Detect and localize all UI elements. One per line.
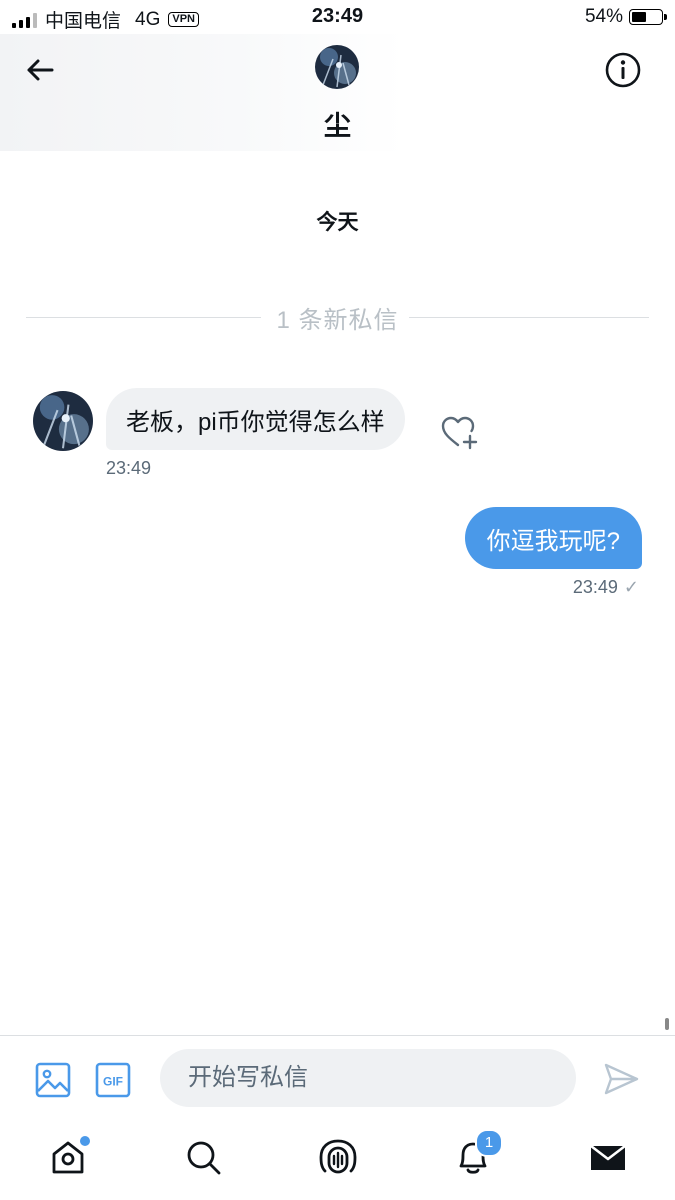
like-message-button[interactable] (439, 412, 481, 452)
heart-plus-icon (441, 416, 478, 450)
sender-avatar[interactable] (33, 391, 93, 451)
gif-label: GIF (103, 1075, 123, 1089)
outgoing-message-time: 23:49 (572, 577, 618, 597)
new-messages-divider: 1 条新私信 (26, 300, 649, 334)
info-circle-icon (605, 52, 641, 88)
incoming-message-bubble[interactable]: 老板，pi币你觉得怎么样 (106, 388, 405, 450)
conversation-header: 尘 (0, 34, 675, 151)
message-composer: GIF (0, 1035, 675, 1124)
notifications-count-badge: 1 (475, 1129, 503, 1157)
scrollbar[interactable] (665, 1018, 669, 1030)
outgoing-message-meta: 23:49 ✓ (573, 577, 639, 598)
send-button[interactable] (602, 1060, 640, 1098)
status-bar: 中国电信 4G VPN 23:49 54% (0, 0, 675, 34)
date-label: 今天 (316, 211, 359, 234)
tab-spaces[interactable] (318, 1137, 358, 1177)
bottom-tab-bar: 1 (0, 1123, 675, 1200)
avatar-image (315, 45, 359, 89)
tab-home[interactable] (48, 1134, 92, 1177)
battery-percent: 54% (584, 6, 623, 27)
message-input[interactable] (160, 1049, 576, 1107)
contact-name: 尘 (324, 111, 351, 141)
search-icon (187, 1141, 221, 1175)
tab-notifications[interactable]: 1 (453, 1129, 503, 1177)
spaces-icon (319, 1139, 357, 1174)
battery-icon (629, 9, 667, 25)
avatar-image (33, 391, 93, 451)
add-gif-button[interactable]: GIF (94, 1061, 132, 1099)
arrow-left-icon (27, 59, 54, 81)
contact-avatar[interactable] (315, 45, 359, 89)
tab-search[interactable] (183, 1137, 223, 1177)
sent-check-icon: ✓ (623, 577, 639, 597)
back-button[interactable] (20, 50, 60, 90)
messages-icon (590, 1144, 626, 1170)
tab-messages[interactable] (588, 1137, 628, 1177)
add-image-button[interactable] (34, 1061, 72, 1099)
divider-line (409, 317, 649, 318)
status-time: 23:49 (311, 5, 364, 27)
outgoing-message-bubble[interactable]: 你逗我玩呢? (464, 507, 642, 569)
home-new-dot (78, 1134, 92, 1148)
image-icon (35, 1062, 71, 1098)
send-icon (604, 1063, 639, 1095)
info-button[interactable] (603, 50, 643, 90)
incoming-message-time: 23:49 (106, 458, 152, 478)
gif-icon: GIF (95, 1062, 131, 1098)
